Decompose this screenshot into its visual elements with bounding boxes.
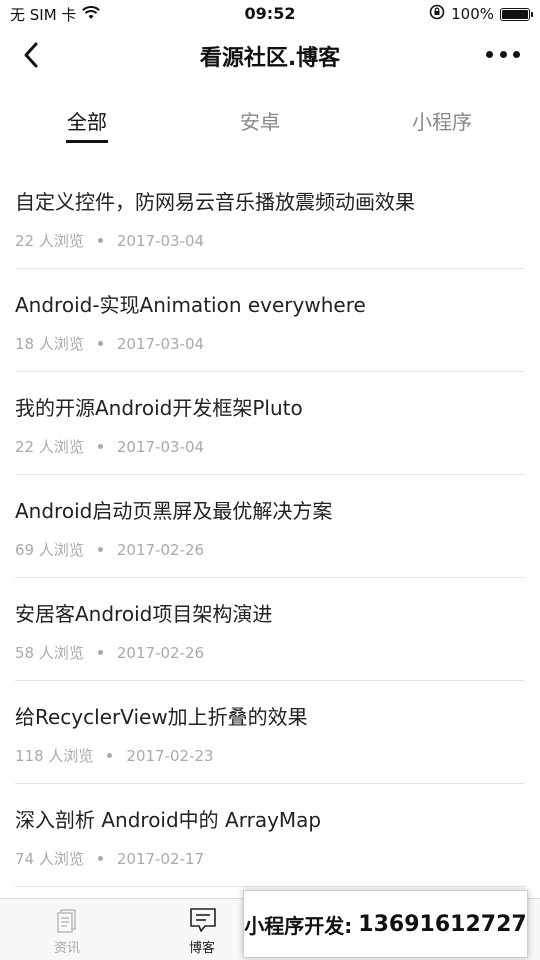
article-date: 2017-02-26 <box>116 540 205 559</box>
article-views: 58 人浏览 <box>15 644 84 662</box>
article-date: 2017-02-23 <box>126 746 214 765</box>
tabbar-item-blog[interactable]: 博客 <box>162 907 242 956</box>
battery-fill <box>502 9 528 19</box>
tab-mini-program[interactable]: 小程序 <box>372 106 512 135</box>
separator-dot-icon <box>97 444 103 449</box>
message-icon <box>189 907 216 933</box>
nav-bar: 看源社区.博客 <box>0 28 540 84</box>
list-item[interactable]: 自定义控件，防网易云音乐播放震频动画效果 22 人浏览 2017-03-04 <box>15 166 525 269</box>
status-bar: 无 SIM 卡 09:52 100% <box>0 0 540 28</box>
article-views: 18 人浏览 <box>15 335 84 353</box>
category-tabs: 全部 安卓 小程序 <box>0 98 540 148</box>
article-title: Android启动页黑屏及最优解决方案 <box>15 499 333 523</box>
separator-dot-icon <box>97 856 103 861</box>
tabbar-item-news[interactable]: 资讯 <box>27 907 107 956</box>
article-meta: 22 人浏览 2017-03-04 <box>15 436 204 457</box>
list-item[interactable]: 深入剖析 Android中的 ArrayMap 74 人浏览 2017-02-1… <box>15 784 525 887</box>
article-date: 2017-03-04 <box>116 437 205 456</box>
tab-all[interactable]: 全部 <box>17 106 157 135</box>
article-title: Android-实现Animation everywhere <box>15 293 366 317</box>
article-views: 22 人浏览 <box>15 438 84 456</box>
list-item[interactable]: Android启动页黑屏及最优解决方案 69 人浏览 2017-02-26 <box>15 475 525 578</box>
article-title: 安居客Android项目架构演进 <box>15 602 273 626</box>
battery-icon <box>500 7 533 21</box>
article-meta: 22 人浏览 2017-03-04 <box>15 230 204 251</box>
article-list: 自定义控件，防网易云音乐播放震频动画效果 22 人浏览 2017-03-04 A… <box>0 166 540 887</box>
article-title: 自定义控件，防网易云音乐播放震频动画效果 <box>15 190 415 214</box>
status-right: 100% <box>429 4 533 24</box>
article-views: 118 人浏览 <box>15 747 94 765</box>
document-icon <box>54 907 80 933</box>
article-views: 69 人浏览 <box>15 541 84 559</box>
article-views: 74 人浏览 <box>15 850 84 868</box>
article-meta: 69 人浏览 2017-02-26 <box>15 539 204 560</box>
battery-percent: 100% <box>451 5 494 23</box>
promo-label: 小程序开发: <box>244 913 353 938</box>
separator-dot-icon <box>107 753 113 758</box>
active-tab-indicator <box>66 140 108 143</box>
article-meta: 74 人浏览 2017-02-17 <box>15 848 204 869</box>
separator-dot-icon <box>97 238 103 243</box>
article-meta: 18 人浏览 2017-03-04 <box>15 333 204 354</box>
more-dot-icon <box>486 50 493 58</box>
separator-dot-icon <box>97 341 103 346</box>
separator-dot-icon <box>97 650 103 655</box>
article-title: 深入剖析 Android中的 ArrayMap <box>15 808 322 832</box>
more-dot-icon <box>499 50 507 58</box>
article-title: 我的开源Android开发框架Pluto <box>15 396 303 420</box>
list-item[interactable]: 我的开源Android开发框架Pluto 22 人浏览 2017-03-04 <box>15 372 525 475</box>
tab-android[interactable]: 安卓 <box>190 106 330 135</box>
list-item[interactable]: Android-实现Animation everywhere 18 人浏览 20… <box>15 269 525 372</box>
article-views: 22 人浏览 <box>15 232 84 250</box>
list-item[interactable]: 安居客Android项目架构演进 58 人浏览 2017-02-26 <box>15 578 525 681</box>
separator-dot-icon <box>97 547 103 552</box>
promo-banner: 小程序开发: 13691612727 <box>243 890 528 958</box>
article-date: 2017-02-26 <box>116 643 205 662</box>
article-meta: 118 人浏览 2017-02-23 <box>15 745 214 766</box>
orientation-lock-icon <box>429 4 445 24</box>
page-title: 看源社区.博客 <box>199 46 341 71</box>
article-date: 2017-03-04 <box>116 231 205 250</box>
article-title: 给RecyclerView加上折叠的效果 <box>15 705 308 729</box>
list-item[interactable]: 给RecyclerView加上折叠的效果 118 人浏览 2017-02-23 <box>15 681 525 784</box>
more-menu-button[interactable] <box>486 42 520 66</box>
tabbar-label: 博客 <box>188 941 215 956</box>
tabbar-label: 资讯 <box>53 941 80 956</box>
article-meta: 58 人浏览 2017-02-26 <box>15 642 204 663</box>
more-dot-icon <box>513 50 520 58</box>
article-date: 2017-02-17 <box>116 849 205 868</box>
article-date: 2017-03-04 <box>116 334 205 353</box>
promo-phone: 13691612727 <box>358 911 527 937</box>
